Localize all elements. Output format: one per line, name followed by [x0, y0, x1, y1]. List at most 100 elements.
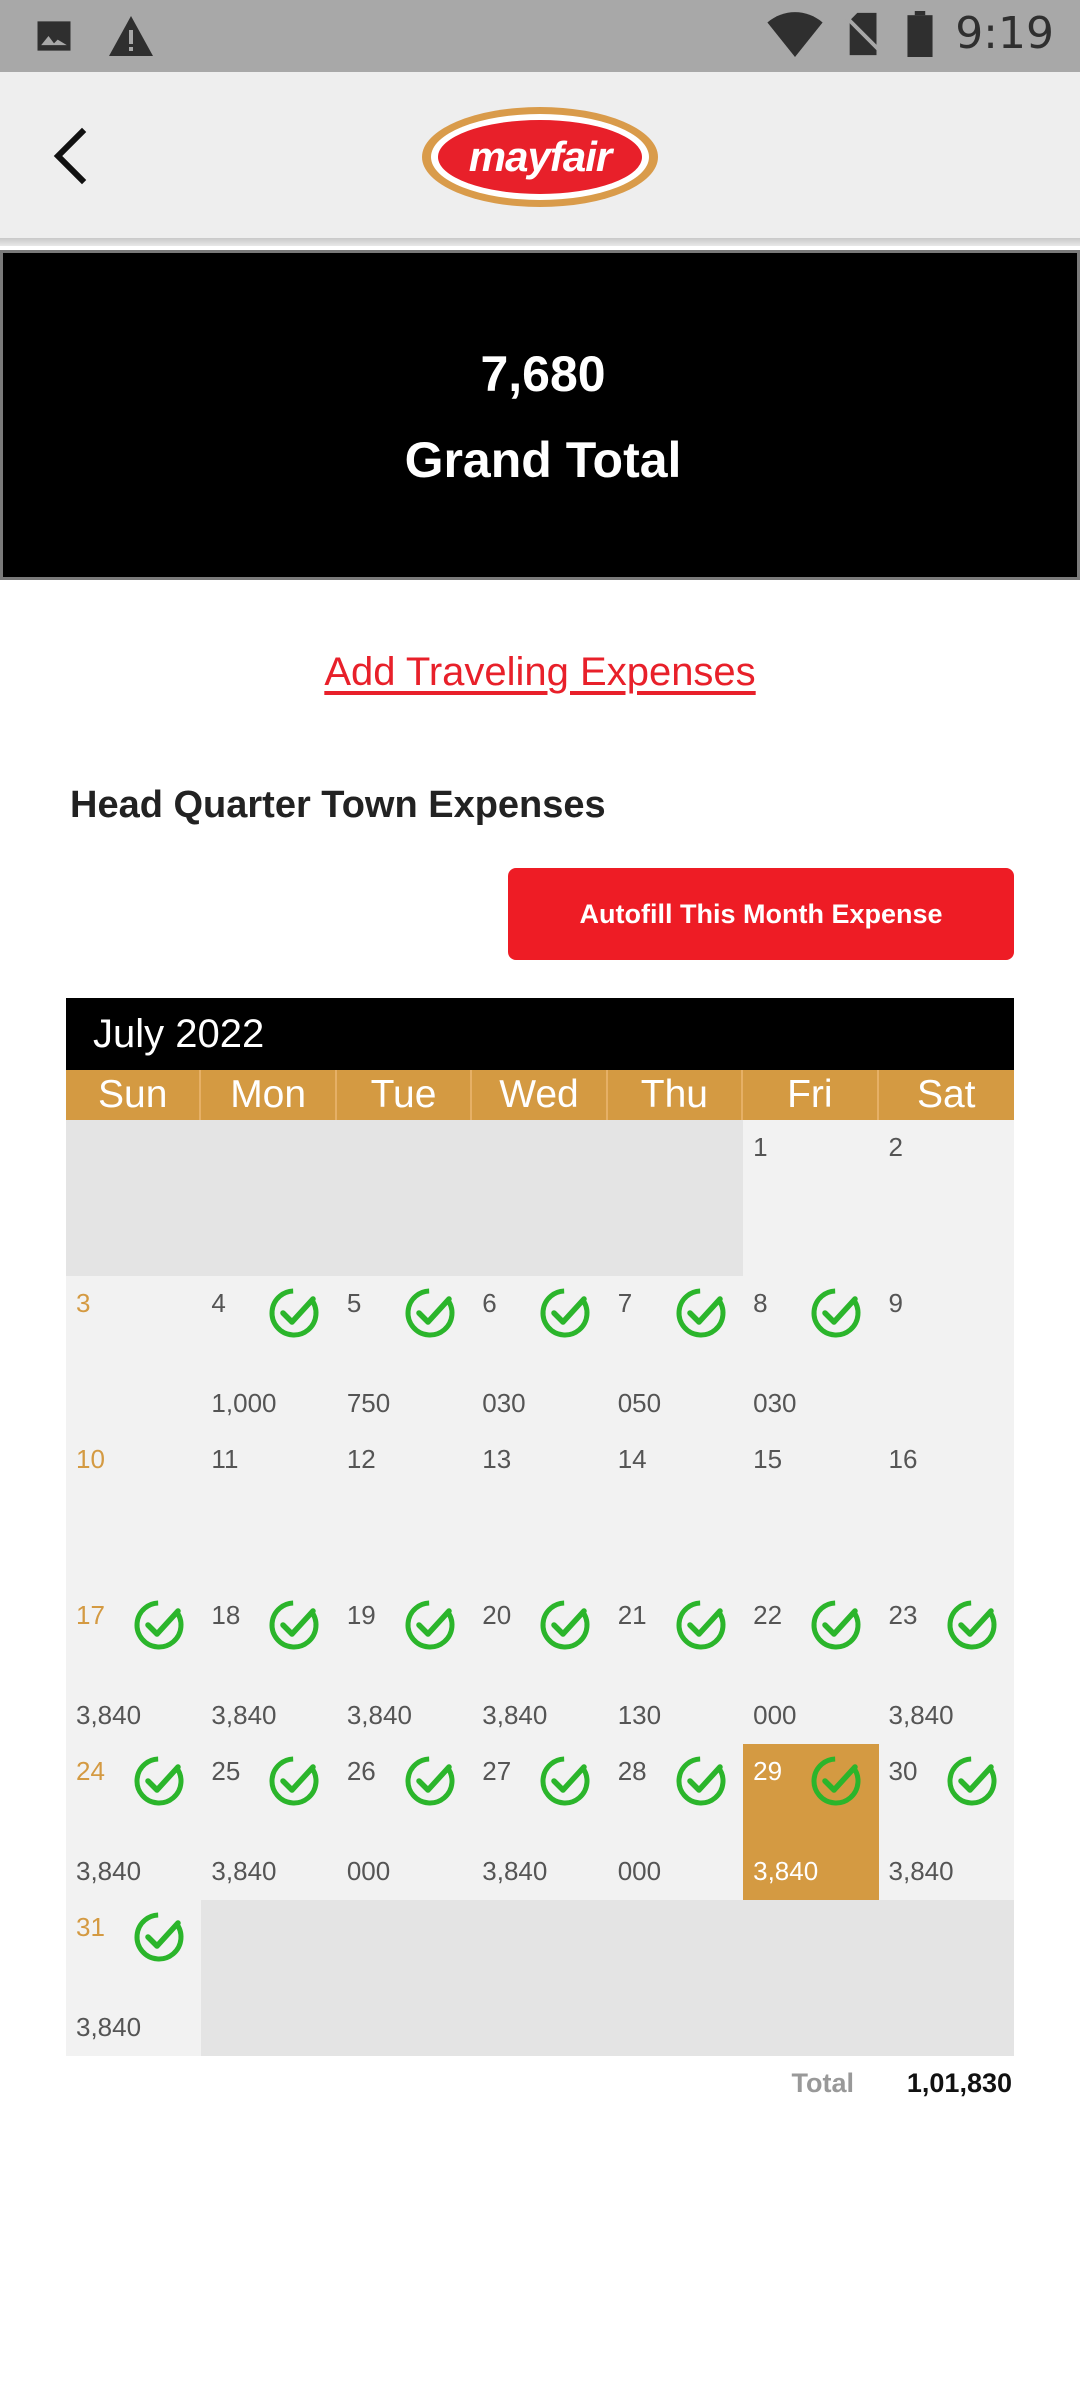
calendar-day-cell[interactable]: 27 3,840 [472, 1744, 608, 1900]
check-circle-icon [809, 1598, 863, 1652]
calendar-day-cell[interactable]: 23 3,840 [878, 1588, 1014, 1744]
day-number: 14 [617, 1444, 647, 1474]
calendar-day-cell[interactable]: 8 030 [743, 1276, 879, 1432]
calendar-day-cell[interactable]: 20 3,840 [472, 1588, 608, 1744]
day-amount: 3,840 [76, 2012, 142, 2042]
calendar-day-cell[interactable]: 16 [878, 1432, 1014, 1588]
day-amount: 000 [346, 1856, 391, 1886]
day-amount: 050 [617, 1388, 662, 1418]
grand-total-label: Grand Total [404, 432, 682, 488]
month-label: July 2022 [93, 1011, 265, 1056]
weekday-sun: Sun [66, 1070, 202, 1120]
calendar-day-cell[interactable]: 22 000 [743, 1588, 879, 1744]
calendar-day-cell[interactable]: 6 030 [472, 1276, 608, 1432]
day-amount: 3,840 [211, 1856, 277, 1886]
calendar-day-cell[interactable]: 12 [336, 1432, 473, 1588]
calendar: July 2022 Sun Mon Tue Wed Thu Fri Sat 12… [66, 998, 1014, 2056]
autofill-button[interactable]: Autofill This Month Expense [508, 868, 1014, 960]
calendar-day-cell[interactable]: 31 3,840 [66, 1900, 202, 2056]
battery-icon [907, 10, 933, 57]
calendar-empty-cell [472, 1120, 608, 1276]
check-circle-icon [538, 1598, 592, 1652]
check-circle-icon [132, 1754, 186, 1808]
day-number: 15 [753, 1444, 783, 1474]
check-circle-icon [132, 1910, 186, 1964]
image-icon [37, 21, 71, 51]
weekday-sat: Sat [916, 1073, 976, 1116]
weekday-row: Sun Mon Tue Wed Thu Fri Sat [66, 1070, 1014, 1120]
day-number: 4 [211, 1288, 226, 1318]
day-number: 19 [346, 1600, 376, 1630]
day-amount: 3,840 [346, 1700, 412, 1730]
calendar-day-cell[interactable]: 25 3,840 [201, 1744, 337, 1900]
day-amount: 130 [617, 1700, 662, 1730]
day-number: 29 [753, 1756, 783, 1786]
check-circle-icon [267, 1286, 321, 1340]
day-amount: 3,840 [76, 1700, 142, 1730]
calendar-day-cell[interactable]: 9 [878, 1276, 1014, 1432]
add-traveling-expenses-link[interactable]: Add Traveling Expenses [0, 650, 1080, 695]
calendar-empty-cell [201, 1900, 337, 2056]
day-amount: 3,840 [211, 1700, 277, 1730]
calendar-day-cell[interactable]: 24 3,840 [66, 1744, 202, 1900]
check-circle-icon [403, 1598, 457, 1652]
calendar-day-cell[interactable]: 7 050 [607, 1276, 744, 1432]
check-circle-icon [945, 1598, 999, 1652]
day-number: 1 [753, 1132, 768, 1162]
day-number: 2 [888, 1132, 903, 1162]
day-number: 31 [76, 1912, 105, 1942]
calendar-empty-cell [472, 1900, 608, 2056]
calendar-day-cell[interactable]: 3 [66, 1276, 202, 1432]
day-amount: 3,840 [753, 1856, 819, 1886]
check-circle-icon [132, 1598, 186, 1652]
wifi-icon [767, 11, 823, 57]
calendar-day-cell[interactable]: 11 [201, 1432, 337, 1588]
calendar-day-cell[interactable]: 5 750 [336, 1276, 473, 1432]
day-amount: 3,840 [888, 1856, 954, 1886]
day-number: 7 [617, 1288, 633, 1318]
check-circle-icon [538, 1754, 592, 1808]
check-circle-icon [674, 1754, 728, 1808]
check-circle-icon [267, 1598, 321, 1652]
day-amount: 3,840 [76, 1856, 142, 1886]
status-time: 9:19 [955, 8, 1054, 59]
calendar-day-cell[interactable]: 28 000 [607, 1744, 744, 1900]
day-amount: 030 [482, 1388, 526, 1418]
weekday-wed: Wed [472, 1070, 608, 1120]
calendar-day-cell[interactable]: 1 [743, 1120, 879, 1276]
day-number: 8 [753, 1288, 768, 1318]
month-total-value: 1,01,830 [906, 2068, 1012, 2098]
check-circle-icon [674, 1598, 728, 1652]
calendar-empty-cell [201, 1120, 337, 1276]
calendar-day-cell[interactable]: 18 3,840 [201, 1588, 337, 1744]
day-number: 13 [482, 1444, 512, 1474]
grand-total-card: 7,680 Grand Total [0, 250, 1080, 580]
calendar-day-cell[interactable]: 19 3,840 [336, 1588, 473, 1744]
calendar-day-cell[interactable]: 30 3,840 [878, 1744, 1014, 1900]
calendar-day-cell[interactable]: 2 [878, 1120, 1014, 1276]
calendar-day-cell[interactable]: 4 1,000 [201, 1276, 337, 1432]
day-amount: 000 [753, 1700, 797, 1730]
day-amount: 3,840 [482, 1856, 548, 1886]
calendar-day-cell[interactable]: 17 3,840 [66, 1588, 202, 1744]
calendar-day-cell[interactable]: 15 [743, 1432, 879, 1588]
calendar-day-cell[interactable]: 13 [472, 1432, 608, 1588]
day-number: 16 [888, 1444, 918, 1474]
weekday-thu: Thu [608, 1070, 744, 1120]
weekday-mon: Mon [201, 1070, 337, 1120]
calendar-day-cell[interactable]: 10 [66, 1432, 202, 1588]
day-number: 26 [346, 1756, 376, 1786]
day-number: 6 [482, 1288, 497, 1318]
weekday-tue: Tue [337, 1070, 473, 1120]
day-amount: 3,840 [888, 1700, 954, 1730]
day-number: 27 [482, 1756, 512, 1786]
day-number: 18 [211, 1600, 241, 1630]
calendar-day-cell[interactable]: 21 130 [607, 1588, 744, 1744]
calendar-day-cell[interactable]: 14 [607, 1432, 744, 1588]
back-arrow-icon[interactable] [38, 120, 110, 192]
calendar-day-cell[interactable]: 29 3,840 [743, 1744, 879, 1900]
calendar-month-header: July 2022 [66, 998, 1014, 1070]
check-circle-icon [403, 1286, 457, 1340]
calendar-day-cell[interactable]: 26 000 [336, 1744, 473, 1900]
status-bar: 9:19 [0, 0, 1080, 72]
